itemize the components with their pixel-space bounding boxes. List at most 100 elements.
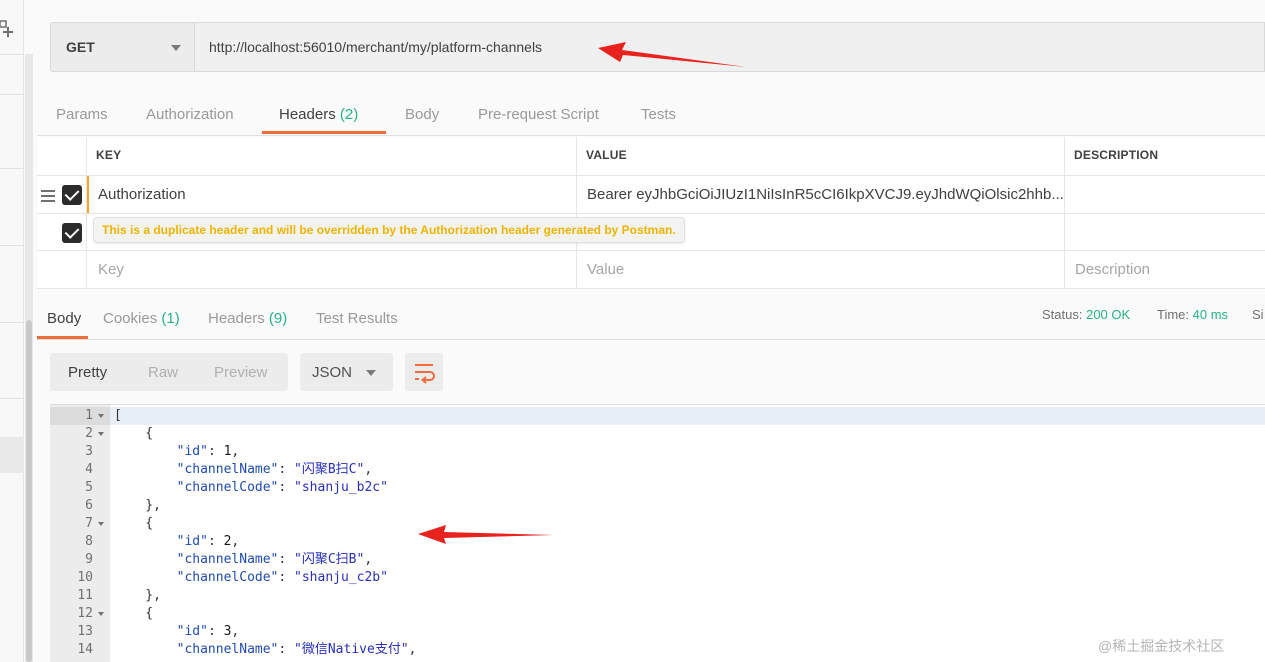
- fold-toggle-icon[interactable]: [98, 612, 104, 616]
- code-text: {: [114, 606, 154, 621]
- fold-toggle-icon[interactable]: [98, 414, 104, 418]
- code-text: "channelCode": "shanju_c2b": [176, 570, 388, 585]
- sidebar-divider: [0, 322, 24, 323]
- headers-table: KEY VALUE DESCRIPTION Authorization Bear…: [37, 137, 1265, 289]
- tab-authorization[interactable]: Authorization: [146, 106, 234, 123]
- code-line: 6 },: [50, 497, 1265, 515]
- line-number: 8: [85, 534, 93, 549]
- code-line: 11 },: [50, 587, 1265, 605]
- code-line: 9 "channelName": "闪聚C扫B",: [50, 551, 1265, 569]
- code-line: 3 "id": 1,: [50, 443, 1265, 461]
- tab-params[interactable]: Params: [56, 106, 108, 123]
- column-header-value: VALUE: [576, 137, 1064, 175]
- tab-cookies[interactable]: Cookies (1): [103, 310, 180, 327]
- tab-test-results[interactable]: Test Results: [316, 310, 398, 327]
- format-label: JSON: [312, 364, 353, 381]
- sidebar-scrollbar-thumb[interactable]: [26, 320, 32, 662]
- sidebar-divider: [0, 245, 24, 246]
- line-number: 6: [85, 498, 93, 513]
- tab-count: (2): [339, 106, 359, 123]
- code-text: "channelName": "微信Native支付",: [176, 642, 417, 657]
- row-checkbox[interactable]: [62, 185, 82, 205]
- description-cell[interactable]: [1064, 214, 1265, 250]
- preview-button[interactable]: Preview: [214, 364, 267, 381]
- description-placeholder: Description: [1075, 261, 1151, 278]
- tab-count: (1): [161, 310, 180, 327]
- column-label: VALUE: [586, 148, 627, 162]
- row-checkbox[interactable]: [62, 223, 82, 243]
- sidebar-selected-item[interactable]: [0, 437, 24, 473]
- key-text: Authorization: [98, 186, 186, 203]
- line-number: 14: [77, 642, 93, 657]
- method-select[interactable]: GET: [50, 22, 195, 72]
- key-placeholder: Key: [98, 261, 124, 278]
- response-body-editor[interactable]: 1[2 {3 "id": 1, 4 "channelName": "闪聚B扫C",…: [50, 404, 1265, 662]
- tab-label: Headers: [279, 106, 336, 123]
- column-header-key: KEY: [86, 137, 576, 175]
- new-header-row: Key Value Description: [37, 251, 1265, 289]
- code-text: [: [114, 408, 122, 423]
- code-line: 1[: [50, 407, 1265, 425]
- key-cell[interactable]: Key: [86, 251, 576, 288]
- wrap-lines-icon: [415, 364, 435, 384]
- code-text: "id": 2,: [176, 534, 240, 549]
- tab-pre-request-script[interactable]: Pre-request Script: [478, 106, 599, 123]
- active-tab-indicator: [262, 131, 386, 134]
- duplicate-header-warning: This is a duplicate header and will be o…: [93, 217, 685, 243]
- sidebar-strip: [0, 0, 24, 662]
- line-number: 9: [85, 552, 93, 567]
- format-select[interactable]: JSON: [300, 353, 393, 391]
- table-row: Authorization Bearer eyJhbGciOiJIUzI1NiI…: [37, 176, 1265, 214]
- code-line: 2 {: [50, 425, 1265, 443]
- key-cell[interactable]: Authorization: [86, 176, 576, 213]
- description-cell[interactable]: [1064, 176, 1265, 213]
- raw-button[interactable]: Raw: [148, 364, 178, 381]
- line-number: 11: [77, 588, 93, 603]
- annotation-arrow-url: [598, 42, 746, 67]
- new-collection-icon[interactable]: [0, 18, 14, 38]
- status-code: 200 OK: [1086, 307, 1131, 322]
- chevron-down-icon: [171, 45, 181, 51]
- tab-body[interactable]: Body: [405, 106, 439, 123]
- pretty-button[interactable]: Pretty: [68, 364, 107, 381]
- wrap-lines-button[interactable]: [405, 353, 443, 391]
- annotation-arrow-body: [418, 525, 554, 544]
- description-cell[interactable]: Description: [1064, 251, 1265, 288]
- tab-label: Authorization: [146, 106, 234, 123]
- drag-handle-icon[interactable]: [41, 190, 55, 202]
- chevron-down-icon: [366, 370, 376, 376]
- time-label-text: Time:: [1157, 307, 1190, 322]
- size-label: Si: [1252, 307, 1264, 322]
- tab-label: Pre-request Script: [478, 106, 599, 123]
- column-header-description: DESCRIPTION: [1064, 137, 1265, 175]
- response-time: 40 ms: [1192, 307, 1229, 322]
- fold-toggle-icon[interactable]: [98, 522, 104, 526]
- value-cell[interactable]: Bearer eyJhbGciOiJIUzI1NiIsInR5cCI6IkpXV…: [576, 176, 1064, 213]
- response-tabs: Body Cookies (1) Headers (9) Test Result…: [37, 300, 1265, 340]
- column-label: KEY: [96, 148, 122, 162]
- tab-headers[interactable]: Headers (2): [279, 106, 358, 123]
- table-header-row: KEY VALUE DESCRIPTION: [37, 137, 1265, 176]
- code-line: 8 "id": 2,: [50, 533, 1265, 551]
- code-line: 10 "channelCode": "shanju_c2b": [50, 569, 1265, 587]
- value-cell[interactable]: Value: [576, 251, 1064, 288]
- tab-response-headers[interactable]: Headers (9): [208, 310, 287, 327]
- status-label: Status: 200 OK: [1042, 307, 1130, 322]
- tab-label: Body: [47, 310, 82, 327]
- tab-label: Tests: [641, 106, 677, 123]
- code-line: 14 "channelName": "微信Native支付",: [50, 641, 1265, 659]
- watermark: @稀土掘金技术社区: [1098, 638, 1225, 654]
- code-text: },: [114, 498, 161, 513]
- sidebar-divider: [0, 398, 24, 399]
- code-text: {: [114, 426, 154, 441]
- tab-tests[interactable]: Tests: [641, 106, 676, 123]
- code-line: 4 "channelName": "闪聚B扫C",: [50, 461, 1265, 479]
- tab-label: Body: [405, 106, 440, 123]
- line-number: 3: [85, 444, 93, 459]
- code-line: 12 {: [50, 605, 1265, 623]
- time-label: Time: 40 ms: [1157, 307, 1228, 322]
- column-label: DESCRIPTION: [1074, 148, 1159, 162]
- sidebar-divider: [0, 168, 24, 169]
- fold-toggle-icon[interactable]: [98, 432, 104, 436]
- tab-response-body[interactable]: Body: [47, 310, 81, 327]
